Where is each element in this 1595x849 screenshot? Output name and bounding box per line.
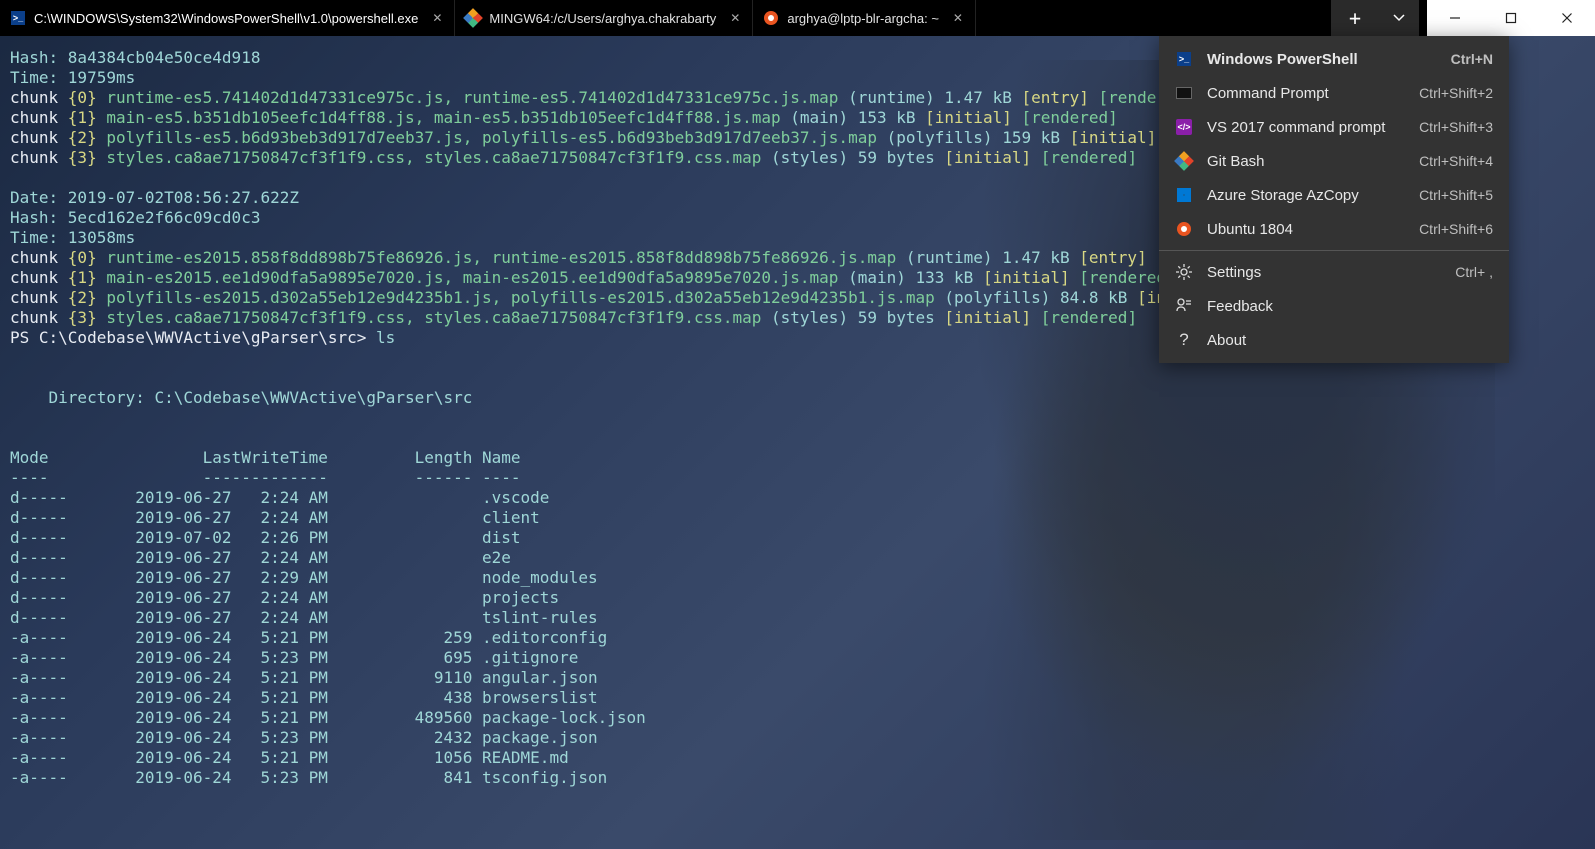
close-window-button[interactable] bbox=[1539, 0, 1595, 36]
git-icon bbox=[1175, 152, 1193, 170]
tab-title: C:\WINDOWS\System32\WindowsPowerShell\v1… bbox=[34, 11, 418, 26]
menu-item-ps[interactable]: >_ Windows PowerShell Ctrl+N bbox=[1159, 42, 1509, 76]
shortcut: Ctrl+Shift+4 bbox=[1419, 153, 1493, 169]
menu-label: About bbox=[1207, 332, 1493, 349]
tabs: >_ C:\WINDOWS\System32\WindowsPowerShell… bbox=[0, 0, 1331, 36]
tab-title: arghya@lptp-blr-argcha: ~ bbox=[787, 11, 939, 26]
shortcut: Ctrl+ , bbox=[1455, 264, 1493, 280]
tab-dropdown-button[interactable] bbox=[1379, 0, 1419, 36]
menu-label: VS 2017 command prompt bbox=[1207, 119, 1405, 136]
new-tab-button[interactable]: + bbox=[1331, 0, 1379, 36]
shortcut: Ctrl+Shift+6 bbox=[1419, 221, 1493, 237]
about-icon: ? bbox=[1175, 331, 1193, 349]
close-icon[interactable]: ✕ bbox=[432, 11, 442, 25]
tab-ubuntu[interactable]: arghya@lptp-blr-argcha: ~ ✕ bbox=[753, 0, 976, 36]
menu-item-git[interactable]: Git Bash Ctrl+Shift+4 bbox=[1159, 144, 1509, 178]
close-icon[interactable]: ✕ bbox=[730, 11, 740, 25]
shortcut: Ctrl+Shift+3 bbox=[1419, 119, 1493, 135]
feedback-icon bbox=[1175, 297, 1193, 315]
menu-label: Feedback bbox=[1207, 298, 1493, 315]
vs-icon: </> bbox=[1175, 118, 1193, 136]
maximize-button[interactable] bbox=[1483, 0, 1539, 36]
tab-powershell[interactable]: >_ C:\WINDOWS\System32\WindowsPowerShell… bbox=[0, 0, 455, 36]
shortcut: Ctrl+N bbox=[1451, 51, 1493, 67]
menu-item-win[interactable]: Azure Storage AzCopy Ctrl+Shift+5 bbox=[1159, 178, 1509, 212]
git-icon bbox=[465, 10, 481, 26]
tab-title: MINGW64:/c/Users/arghya.chakrabarty bbox=[489, 11, 716, 26]
profile-menu: >_ Windows PowerShell Ctrl+N Command Pro… bbox=[1159, 36, 1509, 363]
settings-menu-item[interactable]: Settings Ctrl+ , bbox=[1159, 255, 1509, 289]
ps-icon: >_ bbox=[1175, 50, 1193, 68]
menu-label: Settings bbox=[1207, 264, 1441, 281]
menu-item-cmd[interactable]: Command Prompt Ctrl+Shift+2 bbox=[1159, 76, 1509, 110]
ubuntu-icon bbox=[1175, 220, 1193, 238]
tab-mingw[interactable]: MINGW64:/c/Users/arghya.chakrabarty ✕ bbox=[455, 0, 753, 36]
titlebar: >_ C:\WINDOWS\System32\WindowsPowerShell… bbox=[0, 0, 1595, 36]
shortcut: Ctrl+Shift+5 bbox=[1419, 187, 1493, 203]
menu-item-ubuntu[interactable]: Ubuntu 1804 Ctrl+Shift+6 bbox=[1159, 212, 1509, 246]
cmd-icon bbox=[1175, 84, 1193, 102]
menu-divider bbox=[1159, 250, 1509, 251]
feedback-menu-item[interactable]: Feedback bbox=[1159, 289, 1509, 323]
ubuntu-icon bbox=[763, 10, 779, 26]
menu-label: Windows PowerShell bbox=[1207, 51, 1437, 68]
menu-label: Git Bash bbox=[1207, 153, 1405, 170]
window-controls bbox=[1427, 0, 1595, 36]
menu-item-vs[interactable]: </> VS 2017 command prompt Ctrl+Shift+3 bbox=[1159, 110, 1509, 144]
about-menu-item[interactable]: ? About bbox=[1159, 323, 1509, 357]
powershell-icon: >_ bbox=[10, 10, 26, 26]
minimize-button[interactable] bbox=[1427, 0, 1483, 36]
chevron-down-icon bbox=[1393, 12, 1405, 24]
gear-icon bbox=[1175, 263, 1193, 281]
win-icon bbox=[1175, 186, 1193, 204]
close-icon[interactable]: ✕ bbox=[953, 11, 963, 25]
menu-label: Command Prompt bbox=[1207, 85, 1405, 102]
menu-label: Azure Storage AzCopy bbox=[1207, 187, 1405, 204]
menu-label: Ubuntu 1804 bbox=[1207, 221, 1405, 238]
shortcut: Ctrl+Shift+2 bbox=[1419, 85, 1493, 101]
